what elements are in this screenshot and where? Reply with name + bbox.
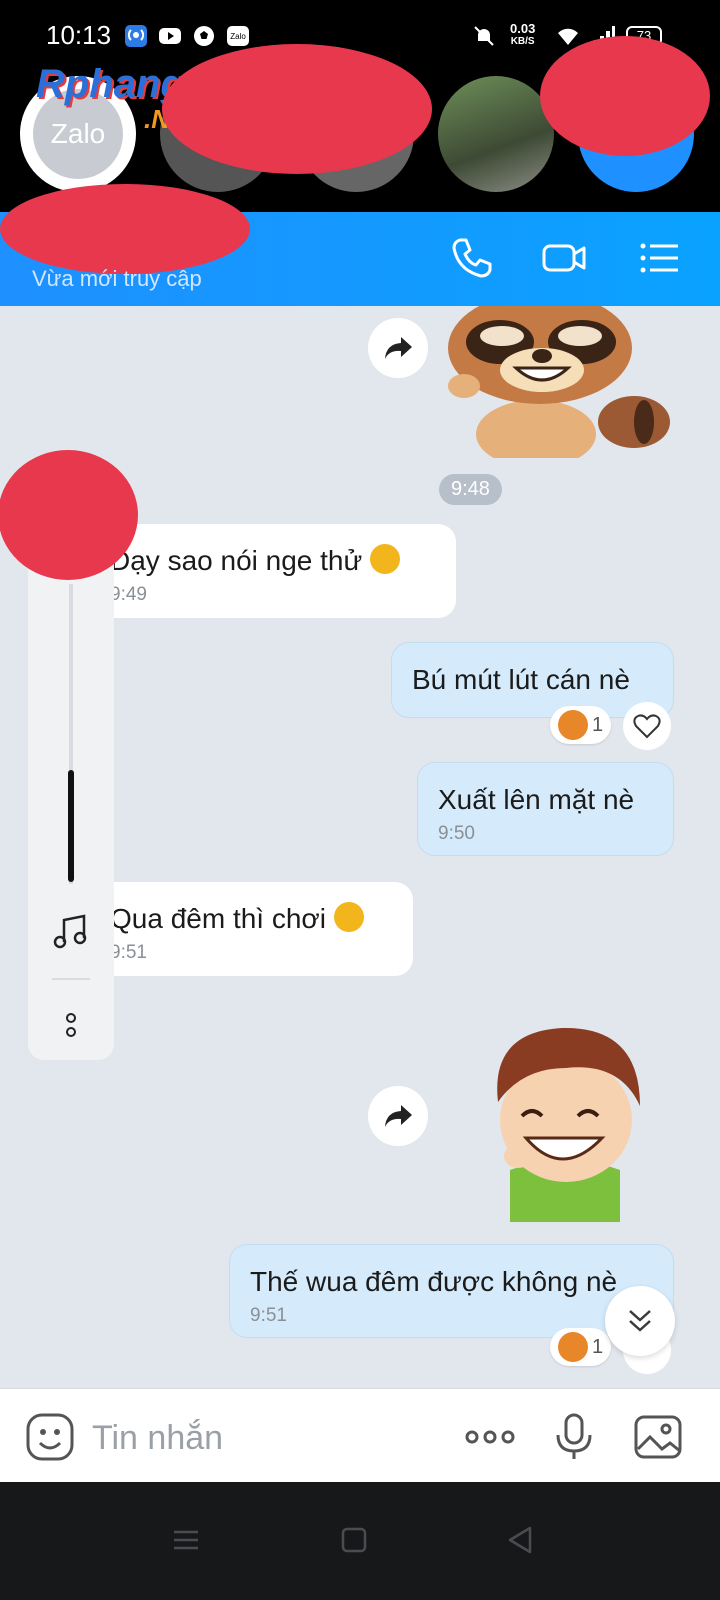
heart-icon: [633, 714, 661, 739]
recent-apps-icon[interactable]: [170, 1524, 202, 1556]
floating-volume-panel: [0, 450, 138, 1060]
boy-sticker[interactable]: [470, 1010, 660, 1222]
music-note-icon[interactable]: [52, 912, 90, 950]
more-dots-icon[interactable]: [464, 1411, 516, 1463]
chat-head-avatar[interactable]: [438, 76, 554, 192]
laugh-emoji-icon: [558, 710, 588, 740]
message-input[interactable]: Tin nhắn: [92, 1419, 223, 1458]
zalo-notification-icon: Zalo: [227, 26, 249, 46]
svg-text:Zalo: Zalo: [230, 32, 246, 41]
message-text: Xuất lên mặt nè: [438, 784, 635, 815]
network-speed-unit: KB/S: [510, 36, 535, 47]
message-composer: Tin nhắn: [0, 1388, 720, 1482]
emoji-icon: [370, 544, 401, 574]
message-time: 9:51: [250, 1305, 287, 1326]
react-heart-button[interactable]: [623, 702, 671, 750]
forward-button[interactable]: [368, 1086, 428, 1146]
volume-slider-thumb[interactable]: [68, 770, 74, 882]
message-time: 9:51: [110, 942, 147, 963]
message-text: Qua đêm thì chơi: [110, 902, 393, 936]
double-chevron-down-icon: [629, 1310, 651, 1332]
message-text: Dạy sao nói nge thử: [110, 544, 436, 578]
image-gallery-icon[interactable]: [632, 1411, 684, 1463]
time-divider: 9:48: [439, 474, 502, 505]
youtube-icon: [159, 28, 181, 44]
football-icon: [194, 26, 214, 46]
message-time: 9:49: [110, 584, 147, 605]
redaction-scribble: [162, 44, 432, 174]
redaction-scribble: [540, 36, 710, 156]
scroll-to-bottom-button[interactable]: [605, 1286, 675, 1356]
outgoing-message[interactable]: Xuất lên mặt nè 9:50: [417, 762, 674, 856]
network-speed: 0.03 KB/S: [510, 22, 535, 48]
message-text: Thế wua đêm được không nè: [250, 1266, 618, 1297]
microphone-icon[interactable]: [548, 1411, 600, 1463]
incoming-message[interactable]: Dạy sao nói nge thử 9:49: [96, 524, 456, 618]
hotspot-icon: [125, 25, 147, 47]
reaction-badge[interactable]: 1: [550, 706, 612, 744]
status-time: 10:13: [46, 20, 112, 50]
phone-call-icon[interactable]: [448, 234, 496, 282]
network-speed-value: 0.03: [510, 21, 536, 36]
reaction-count: 1: [592, 713, 604, 736]
system-navigation-bar: [0, 1482, 720, 1600]
contact-status: Vừa mới truy cập: [32, 266, 202, 291]
menu-list-icon[interactable]: [636, 234, 684, 282]
share-arrow-icon: [385, 337, 412, 359]
back-icon[interactable]: [504, 1524, 536, 1556]
silent-mode-icon: [474, 26, 494, 46]
reaction-badge[interactable]: 1: [550, 1328, 612, 1366]
more-options-icon[interactable]: [62, 1010, 80, 1040]
conversation-header: Vừa mới truy cập: [0, 184, 720, 306]
video-call-icon[interactable]: [540, 234, 588, 282]
reaction-count: 1: [592, 1335, 604, 1358]
share-arrow-icon: [385, 1105, 412, 1127]
emoji-sticker-icon[interactable]: [24, 1411, 76, 1463]
redaction-scribble: [0, 450, 138, 580]
wifi-icon: [558, 28, 578, 45]
home-icon[interactable]: [338, 1524, 370, 1556]
forward-button[interactable]: [368, 318, 428, 378]
redaction-scribble: [0, 184, 250, 274]
message-time: 9:50: [438, 823, 475, 844]
incoming-message[interactable]: Qua đêm thì chơi 9:51: [96, 882, 413, 976]
laugh-emoji-icon: [558, 1332, 588, 1362]
divider: [52, 978, 90, 980]
raccoon-sticker[interactable]: [442, 306, 674, 458]
message-text: Bú mút lút cán nè: [412, 664, 630, 695]
rofl-emoji-icon: [333, 902, 364, 932]
